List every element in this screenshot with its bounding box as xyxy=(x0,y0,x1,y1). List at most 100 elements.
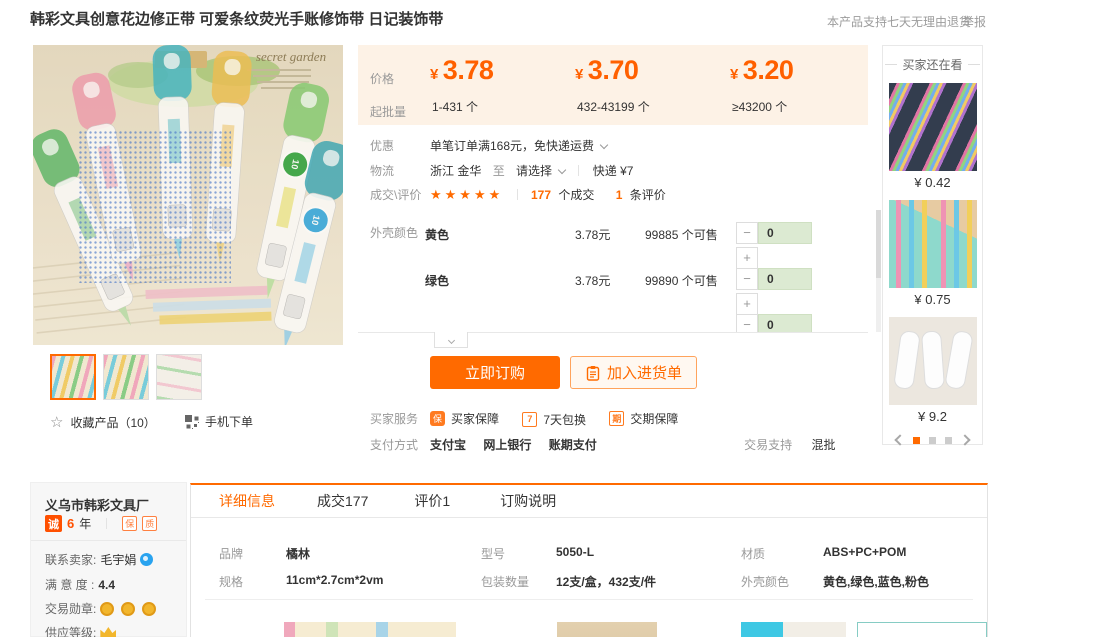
medal-icon xyxy=(142,602,156,616)
review-count[interactable]: 1 xyxy=(616,188,623,202)
page-title: 韩彩文具创意花边修正带 可爱条纹荧光手账修饰带 日记装饰带 xyxy=(30,8,443,29)
sku-price: 3.78元 xyxy=(575,272,610,289)
divider xyxy=(968,64,980,65)
medal-icon xyxy=(100,602,114,616)
qty-plus-button[interactable]: + xyxy=(736,247,758,269)
chevron-left-icon[interactable] xyxy=(894,434,905,445)
qty-input[interactable]: 0 xyxy=(758,268,812,290)
qty-plus-button[interactable]: + xyxy=(736,293,758,315)
recommended-product-price-1[interactable]: ¥ 0.42 xyxy=(883,175,982,190)
destination-select[interactable]: 请选择 xyxy=(516,164,565,178)
separator xyxy=(578,165,579,176)
product-main-image[interactable]: secret garden xyxy=(33,45,343,345)
review-suffix: 条评价 xyxy=(630,188,666,202)
promo-text: 单笔订单满168元，免快递运费 xyxy=(430,139,594,153)
company-name[interactable]: 义乌市韩彩文具厂 xyxy=(45,495,149,514)
qty-input[interactable]: 0 xyxy=(758,222,812,244)
logistics-to: 至 xyxy=(493,164,505,178)
spec-label: 规格 xyxy=(219,573,243,590)
spec-label: 型号 xyxy=(481,545,505,562)
spec-value: 黄色,绿色,蓝色,粉色 xyxy=(823,573,929,590)
sidebar-title: 买家还在看 xyxy=(883,56,982,73)
seven-day-icon: 7 xyxy=(522,412,537,427)
recommended-product-image-3[interactable] xyxy=(889,317,977,405)
page-dot-1[interactable] xyxy=(913,437,920,444)
contact-name[interactable]: 毛宇娟 xyxy=(100,551,136,568)
sku-expand-button[interactable] xyxy=(434,332,468,348)
tab-deals[interactable]: 成交177 xyxy=(317,491,368,511)
spec-label: 品牌 xyxy=(219,545,243,562)
qty-minus-button[interactable]: − xyxy=(736,314,758,332)
separator xyxy=(106,518,107,529)
divider xyxy=(885,64,897,65)
mobile-order-button[interactable]: 手机下单 xyxy=(185,413,253,430)
favorite-button[interactable]: ☆ 收藏产品（10） xyxy=(50,413,156,431)
detail-tabbar: 详细信息 成交177 评价1 订购说明 xyxy=(191,485,987,518)
qty-minus-button[interactable]: − xyxy=(736,222,758,244)
tab-order-info[interactable]: 订购说明 xyxy=(500,491,556,511)
moq-range: 1-431 个 xyxy=(432,98,572,115)
tape-shape xyxy=(921,330,945,389)
recommended-product-image-1[interactable] xyxy=(889,83,977,171)
product-page: 韩彩文具创意花边修正带 可爱条纹荧光手账修饰带 日记装饰带 本产品支持七天无理由… xyxy=(0,0,1093,637)
description-image-2 xyxy=(557,622,657,637)
price-tier-1: ¥ 3.78 1-431 个 xyxy=(430,55,493,86)
services-row: 买家服务 保 买家保障 7 7天包换 期 交期保障 xyxy=(358,410,882,430)
currency-symbol: ¥ xyxy=(575,66,583,83)
spec-value: 11cm*2.7cm*2vm xyxy=(286,573,383,587)
clipboard-icon xyxy=(585,365,601,381)
price-tier-2: ¥ 3.70 432-43199 个 xyxy=(575,55,638,86)
spec-value: ABS+PC+POM xyxy=(823,545,906,559)
deals-label: 成交\评价 xyxy=(370,186,421,203)
company-badges: 诚 6 年 保 质 xyxy=(45,515,157,532)
payment-alipay: 支付宝 xyxy=(430,438,466,452)
sidebar-pager xyxy=(883,436,982,444)
satisfaction-value: 4.4 xyxy=(98,578,115,592)
report-link[interactable]: 举报 xyxy=(962,13,986,30)
chevron-right-icon[interactable] xyxy=(959,434,970,445)
deals-count[interactable]: 177 xyxy=(531,188,551,202)
recommended-product-price-3[interactable]: ¥ 9.2 xyxy=(883,409,982,424)
supply-level-row: 供应等级: xyxy=(45,624,116,637)
moq-range: 432-43199 个 xyxy=(577,98,717,115)
chat-icon[interactable] xyxy=(140,553,153,566)
order-now-button[interactable]: 立即订购 xyxy=(430,356,560,389)
sku-name: 黄色 xyxy=(425,226,449,243)
add-to-cart-button[interactable]: 加入进货单 xyxy=(570,356,697,389)
sku-scrollbar-thumb[interactable] xyxy=(876,210,881,278)
spec-label: 材质 xyxy=(741,545,765,562)
price-panel: 价格 起批量 ¥ 3.78 1-431 个 ¥ 3.70 432-43199 个… xyxy=(358,45,868,125)
crown-icon xyxy=(100,627,116,637)
tab-reviews[interactable]: 评价1 xyxy=(414,491,450,511)
thumbnail-1[interactable] xyxy=(50,354,96,400)
recommendations-sidebar: 买家还在看 ¥ 0.42 ¥ 0.75 ¥ 9.2 xyxy=(882,45,983,445)
express-fee: 快递 ¥7 xyxy=(593,164,634,178)
payment-credit-term: 账期支付 xyxy=(549,438,597,452)
recommended-product-image-2[interactable] xyxy=(889,200,977,288)
tab-detail-info[interactable]: 详细信息 xyxy=(219,491,275,511)
spec-label: 包装数量 xyxy=(481,573,529,590)
recommended-product-price-2[interactable]: ¥ 0.75 xyxy=(883,292,982,307)
tape-shape xyxy=(944,330,974,391)
thumbnail-2[interactable] xyxy=(103,354,149,400)
promo-text-wrap[interactable]: 单笔订单满168元，免快递运费 xyxy=(430,137,607,154)
chevron-down-icon xyxy=(600,141,608,149)
page-dot-2[interactable] xyxy=(929,437,936,444)
medal-icon xyxy=(121,602,135,616)
chevron-down-icon xyxy=(558,166,566,174)
thumbnail-3[interactable] xyxy=(156,354,202,400)
logistics-label: 物流 xyxy=(370,162,394,179)
add-to-cart-label: 加入进货单 xyxy=(607,362,682,383)
thumbnail-strip xyxy=(50,354,202,400)
qty-minus-button[interactable]: − xyxy=(736,268,758,290)
page-dot-3[interactable] xyxy=(945,437,952,444)
sku-scrollbar xyxy=(876,210,881,332)
qty-input[interactable]: 0 xyxy=(758,314,812,332)
service-7day-exchange: 7 7天包换 xyxy=(522,411,586,428)
credit-badge-icon: 诚 xyxy=(45,515,62,532)
favorite-label: 收藏产品（10） xyxy=(70,414,155,431)
delivery-date-icon: 期 xyxy=(609,411,624,426)
price-value: 3.20 xyxy=(743,55,794,85)
years-count: 6 xyxy=(67,516,74,531)
price-label: 价格 xyxy=(370,70,394,87)
